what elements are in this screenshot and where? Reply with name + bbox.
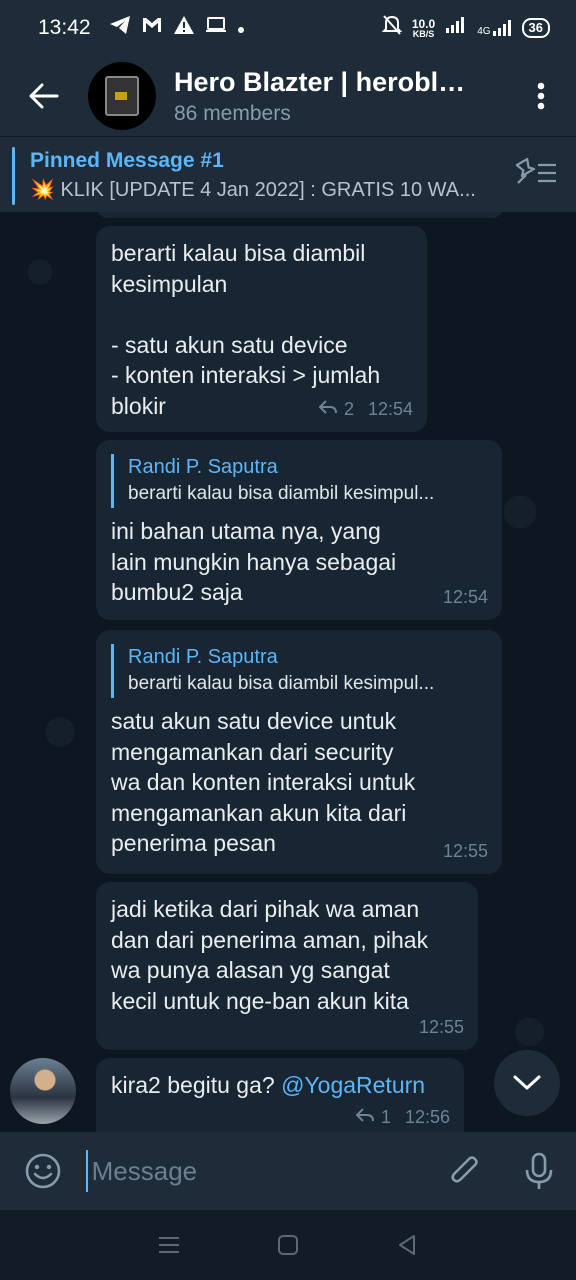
signal-4g-icon: 4G [477,19,511,37]
group-avatar-image [105,76,139,116]
reply-quote[interactable]: Randi P. Saputra berarti kalau bisa diam… [111,644,486,698]
arrow-left-icon [29,83,59,109]
message-bubble[interactable]: Randi P. Saputra berarti kalau bisa diam… [96,630,502,874]
chevron-down-icon [513,1075,541,1090]
message-time: 12:55 [442,840,488,861]
back-button[interactable] [0,56,88,136]
message-composer [0,1132,576,1210]
battery-indicator: 36 [521,18,550,38]
pin-list-icon [515,157,556,184]
pinned-list-button[interactable] [514,157,558,192]
message-meta: 12:55 [443,836,488,867]
square-icon [277,1235,298,1255]
message-text: ini bahan utama nya, yang lain mungkin h… [111,518,397,605]
mute-icon [381,14,403,42]
gmail-icon [141,16,163,40]
recent-apps-button[interactable] [149,1225,189,1265]
chat-title: Hero Blazter | herobla... [174,66,474,97]
message-text: kira2 begitu ga? @YogaReturn [111,1070,448,1101]
home-button[interactable] [268,1225,308,1265]
reply-arrow-icon [355,1102,375,1133]
system-navigation-bar [0,1210,576,1280]
notification-dot-icon [237,17,245,40]
pinned-title: Pinned Message #1 [30,149,224,172]
reply-snippet: berarti kalau bisa diambil kesimpul... [128,673,435,694]
message-text: jadi ketika dari pihak wa aman dan dari … [111,896,429,1014]
reply-quote[interactable]: Randi P. Saputra berarti kalau bisa diam… [111,454,486,508]
chat-header: Hero Blazter | herobla... 86 members [0,56,576,136]
emoji-icon [25,1153,61,1189]
reply-arrow-icon [318,394,338,425]
status-time: 13:42 [38,16,91,39]
message-bubble[interactable]: berarti kalau bisa diambil kesimpulan - … [96,226,427,432]
more-options-button[interactable] [506,56,576,136]
message-meta: 1 12:56 [355,1102,450,1133]
more-vertical-icon [537,82,545,110]
member-count: 86 members [174,101,291,125]
laptop-icon [205,16,227,40]
message-time: 12:56 [404,1106,450,1127]
telegram-icon [109,15,131,41]
message-text-body: kira2 begitu ga? [111,1072,282,1098]
message-bubble[interactable]: kira2 begitu ga? @YogaReturn 1 12:56 [96,1058,464,1132]
menu-lines-icon [159,1237,180,1253]
message-bubble-partial[interactable] [96,212,504,218]
message-meta: 12:55 [419,1012,464,1043]
network-type-label: 4G [477,26,491,37]
group-avatar[interactable] [88,62,156,130]
reply-author: Randi P. Saputra [128,456,278,478]
message-time: 12:54 [442,586,488,607]
microphone-icon [525,1152,553,1189]
message-list[interactable]: berarti kalau bisa diambil kesimpulan - … [0,212,576,1132]
message-input[interactable] [85,1150,429,1192]
network-speed: 10.0 KB/S [412,18,435,39]
mention-link[interactable]: @YogaReturn [281,1072,425,1098]
message-time: 12:55 [418,1016,464,1037]
pinned-text: 💥 KLIK [UPDATE 4 Jan 2022] : GRATIS 10 W… [30,179,476,201]
message-bubble[interactable]: Randi P. Saputra berarti kalau bisa diam… [96,440,502,620]
voice-record-button[interactable] [502,1132,576,1210]
sender-avatar[interactable] [10,1058,76,1124]
scroll-to-bottom-button[interactable] [494,1050,560,1116]
message-text: satu akun satu device untuk mengamankan … [111,708,416,856]
reply-author: Randi P. Saputra [128,646,278,668]
reply-count[interactable]: 2 [344,394,354,425]
pinned-indicator [12,147,15,205]
reply-count[interactable]: 1 [381,1102,391,1133]
emoji-button[interactable] [0,1132,86,1210]
message-bubble[interactable]: jadi ketika dari pihak wa aman dan dari … [96,882,478,1050]
status-bar: 13:42 10.0 KB/S 4G 36 [0,0,576,56]
message-meta: 2 12:54 [318,394,413,425]
chat-title-area[interactable]: Hero Blazter | herobla... 86 members [174,67,506,126]
triangle-back-icon [398,1235,415,1255]
paperclip-icon [451,1156,479,1183]
pinned-message-bar[interactable]: Pinned Message #1 💥 KLIK [UPDATE 4 Jan 2… [0,136,576,212]
signal-icon [445,16,467,40]
network-speed-value: 10.0 [411,16,436,31]
system-back-button[interactable] [387,1225,427,1265]
reply-snippet: berarti kalau bisa diambil kesimpul... [128,483,435,504]
message-meta: 12:54 [443,582,488,613]
attach-button[interactable] [429,1132,503,1210]
warning-icon [173,15,195,41]
message-time: 12:54 [367,398,413,419]
network-speed-unit: KB/S [412,28,435,39]
